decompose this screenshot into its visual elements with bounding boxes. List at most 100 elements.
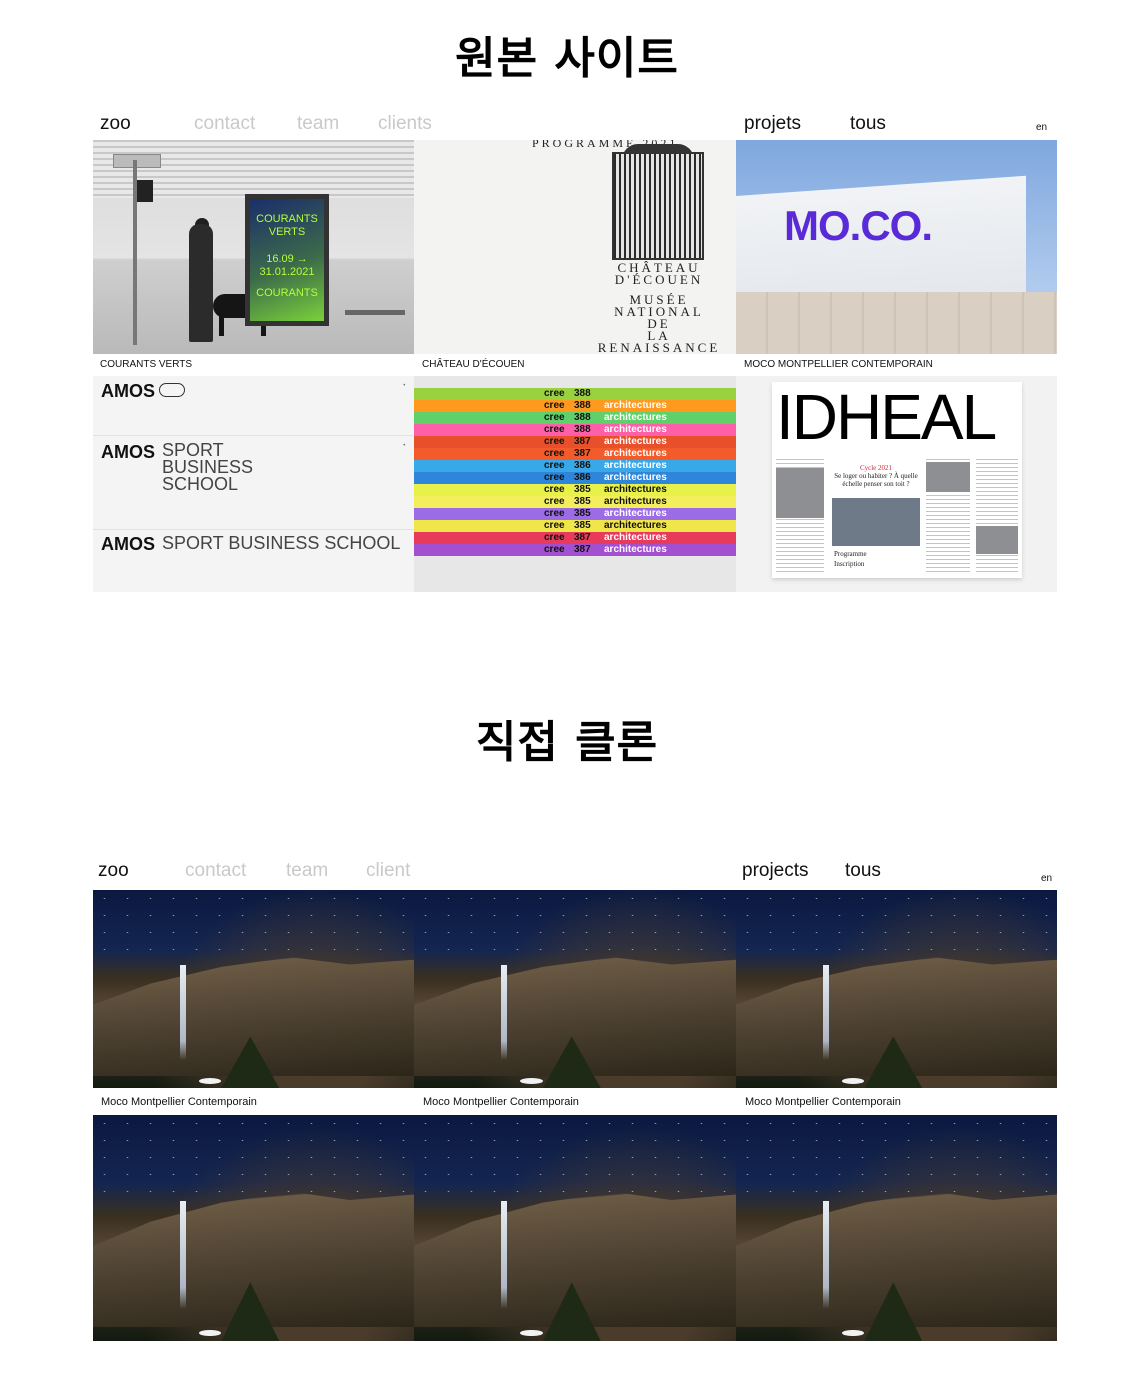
row-marker: •: [402, 442, 406, 449]
nav-contact-link[interactable]: contact: [194, 113, 255, 135]
nav-logo-zoo[interactable]: zoo: [98, 860, 129, 882]
waterfall: [500, 1200, 508, 1310]
castle-engraving: [612, 152, 704, 260]
nav-client-link[interactable]: client: [366, 860, 410, 882]
nav-all-filter[interactable]: tous: [850, 113, 886, 135]
nav-team-link[interactable]: team: [297, 113, 339, 135]
idheal-cycle-box: Cycle 2021 Se loger ou habiter ? À quell…: [834, 464, 918, 488]
magazine-spine: cree 387 architectures: [414, 544, 736, 556]
museum-title-block: CHÂTEAU D'ÉCOUEN MUSÉE NATIONAL DE LA RE…: [594, 261, 724, 354]
amos-stacked-name: SPORT BUSINESS SCHOOL: [162, 440, 254, 494]
magazine-spine: cree 388: [414, 388, 736, 400]
night-sky: [414, 1115, 736, 1195]
nav-logo-zoo[interactable]: zoo: [100, 113, 131, 135]
magazine-spine: cree 387 architectures: [414, 448, 736, 460]
poster-kiosk: COURANTS VERTS 16.09 → 31.01.2021 COURAN…: [245, 194, 329, 326]
clone-tile-placeholder-image[interactable]: [93, 890, 414, 1088]
amos-inline-name: SPORT BUSINESS SCHOOL: [162, 533, 401, 553]
museum-line: D'ÉCOUEN: [614, 272, 704, 287]
night-sky: [736, 1115, 1057, 1195]
project-tile-amos[interactable]: AMOS • AMOS SPORT BUSINESS SCHOOL • AMOS…: [93, 376, 414, 592]
traffic-sign: [137, 180, 153, 202]
nav-all-filter[interactable]: tous: [845, 860, 881, 882]
project-tile-chateau-ecouen[interactable]: PROGRAMME 2021 CHÂTEAU D'ÉCOUEN MUSÉE NA…: [414, 140, 736, 354]
original-project-grid: COURANTS VERTS 16.09 → 31.01.2021 COURAN…: [93, 140, 1057, 592]
poster-line: COURANTS: [256, 287, 318, 299]
snow-patch: [841, 1329, 865, 1337]
language-switch[interactable]: en: [1036, 122, 1047, 133]
poster-line: 16.09 →: [266, 253, 308, 265]
original-site-screenshot: zoo contact team clients projets tous en…: [93, 106, 1057, 592]
project-caption: Moco Montpellier Contemporain: [745, 1096, 901, 1108]
text-column: [976, 456, 1018, 572]
magazine-spine: cree 385 architectures: [414, 520, 736, 532]
night-sky: [93, 1115, 414, 1195]
language-switch[interactable]: en: [1041, 873, 1052, 884]
brochure-photo: [832, 498, 920, 546]
magazine-spine: cree 387 architectures: [414, 532, 736, 544]
magazine-spine: cree 385 architectures: [414, 496, 736, 508]
amos-logo-row: AMOS •: [93, 376, 414, 436]
original-top-nav: zoo contact team clients projets tous en: [93, 106, 1057, 140]
magazine-spine: cree 388 architectures: [414, 400, 736, 412]
row-marker: •: [402, 382, 406, 389]
brochure-photo: [926, 462, 970, 492]
project-caption: COURANTS VERTS: [100, 359, 193, 370]
night-sky: [93, 890, 414, 960]
clone-tile-placeholder-image[interactable]: [736, 1115, 1057, 1341]
courants-verts-poster: COURANTS VERTS 16.09 → 31.01.2021 COURAN…: [250, 199, 324, 321]
dog-leg: [219, 316, 224, 336]
project-caption: Moco Montpellier Contemporain: [101, 1096, 257, 1108]
magazine-spine: cree 386 architectures: [414, 472, 736, 484]
person-figure: [189, 224, 213, 342]
amos-wordmark: AMOS: [101, 442, 155, 462]
project-tile-cree-magazines[interactable]: cree 388 cree 388 architectures cree 388 arch…: [414, 376, 736, 592]
magazine-spine: cree 386 architectures: [414, 460, 736, 472]
nav-clients-link[interactable]: clients: [378, 113, 432, 135]
clone-tile-placeholder-image[interactable]: [414, 1115, 736, 1341]
museum-line: RENAISSANCE: [597, 340, 721, 354]
street-lamp: [113, 154, 161, 168]
project-tile-idheal[interactable]: IDHEAL Cycle 2021 Se loger ou habiter ? …: [736, 376, 1057, 592]
snow-patch: [520, 1078, 543, 1085]
project-caption: CHÂTEAU D'ÉCOUEN: [422, 359, 525, 370]
original-site-heading: 원본 사이트: [455, 33, 679, 84]
snow-patch: [841, 1078, 865, 1085]
magazine-spine: cree 388 architectures: [414, 424, 736, 436]
project-tile-moco[interactable]: MO.CO.: [736, 140, 1057, 354]
night-sky: [414, 890, 736, 960]
poster-line: 31.01.2021: [259, 266, 315, 278]
amos-inline-row: AMOS SPORT BUSINESS SCHOOL: [93, 530, 414, 592]
clone-tile-placeholder-image[interactable]: [93, 1115, 414, 1341]
clone-tile-placeholder-image[interactable]: [414, 890, 736, 1088]
nav-projects-link[interactable]: projets: [744, 113, 801, 135]
moco-building-facade: [736, 292, 1057, 354]
nav-team-link[interactable]: team: [286, 860, 328, 882]
nav-contact-link[interactable]: contact: [185, 860, 246, 882]
magazine-stack: cree 388 cree 388 architectures cree 388 arch…: [414, 388, 736, 556]
waterfall: [179, 1200, 187, 1310]
poster-line: VERTS: [268, 226, 306, 238]
night-sky: [736, 890, 1057, 960]
moco-logo: MO.CO.: [784, 202, 933, 249]
project-caption: Moco Montpellier Contemporain: [423, 1096, 579, 1108]
bench: [345, 310, 405, 315]
clone-site-screenshot: zoo contact team client projects tous en…: [93, 850, 1057, 1341]
magazine-spine: cree 385 architectures: [414, 508, 736, 520]
nav-projects-link[interactable]: projects: [742, 860, 809, 882]
snow-patch: [520, 1329, 543, 1337]
project-tile-courants-verts[interactable]: COURANTS VERTS 16.09 → 31.01.2021 COURAN…: [93, 140, 414, 354]
snow-patch: [198, 1078, 222, 1085]
idheal-inscription-label: Inscription: [834, 560, 865, 568]
waterfall: [179, 965, 187, 1061]
waterfall: [500, 965, 508, 1061]
clone-top-nav: zoo contact team client projects tous en: [93, 850, 1057, 884]
poster-line: COURANTS: [256, 213, 318, 225]
amos-wordmark: AMOS: [101, 381, 155, 401]
brochure-photo: [976, 526, 1018, 554]
amos-stacked-row: AMOS SPORT BUSINESS SCHOOL •: [93, 436, 414, 530]
globe-icon: [159, 383, 185, 397]
clone-tile-placeholder-image[interactable]: [736, 890, 1057, 1088]
magazine-spine: cree 385 architectures: [414, 484, 736, 496]
waterfall: [822, 965, 830, 1061]
